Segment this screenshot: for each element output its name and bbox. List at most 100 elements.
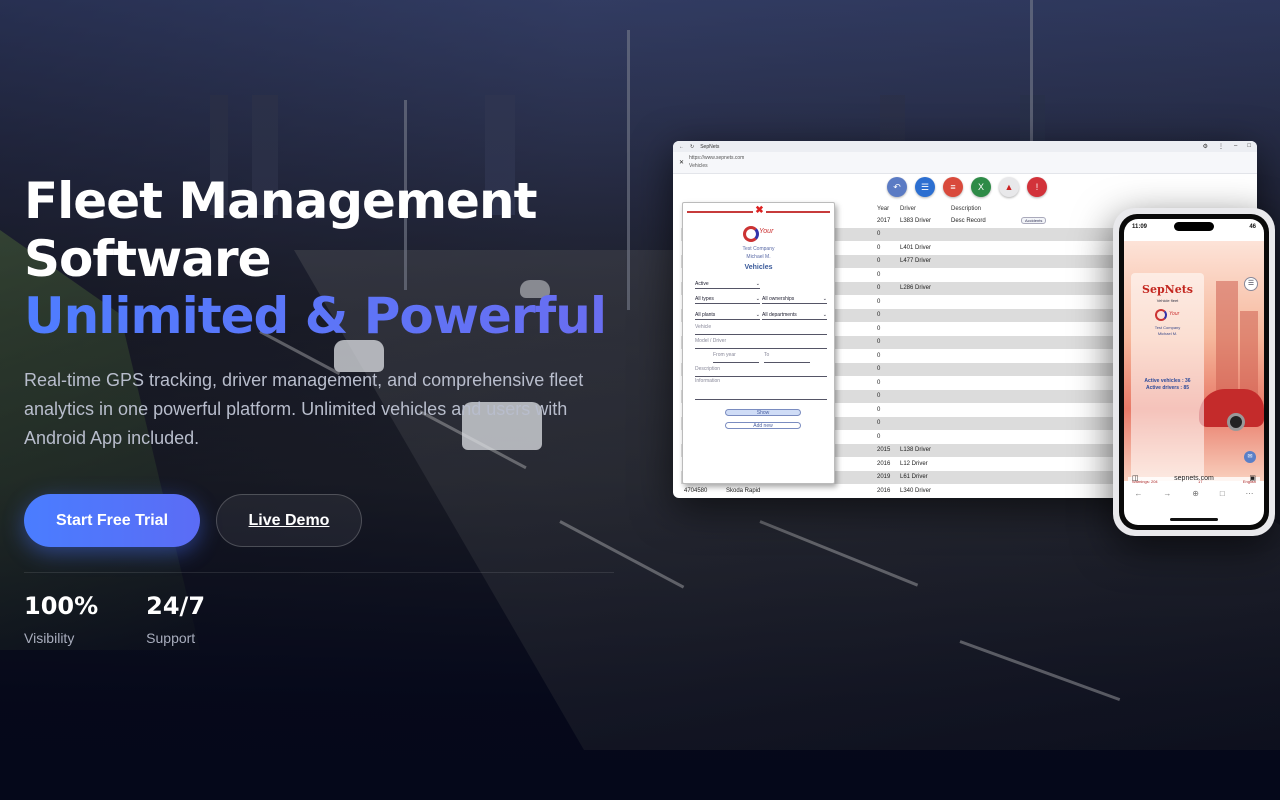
browser-titlebar: ← ↻ SepNets ⚙ ⋮ – □ (673, 141, 1257, 152)
accidents-button[interactable]: Accidents (1021, 216, 1047, 224)
cell-year: 2016 (877, 487, 891, 494)
lock-icon: ▣ (1249, 475, 1256, 482)
phone-mockup: 11:09 46 SepNets Vehicle fleet Your Test… (1113, 208, 1275, 536)
types-select-value: All types (695, 296, 714, 302)
stat-visibility: 100% Visibility (24, 592, 98, 646)
to-year-field[interactable]: To (764, 352, 810, 363)
live-demo-button[interactable]: Live Demo (216, 494, 362, 547)
phone-browser-nav: ← → ⊕ □ ⋯ (1124, 489, 1264, 498)
hamburger-menu-icon[interactable]: ☰ (1244, 277, 1258, 291)
cell-year: 0 (877, 325, 881, 332)
filter-panel: ✖ Your Test Company Michael M. Vehicles … (682, 202, 835, 484)
new-tab-icon[interactable]: ⊕ (1192, 489, 1199, 498)
report-icon[interactable]: ! (1027, 177, 1047, 197)
show-button[interactable]: Show (725, 409, 801, 416)
phone-frame: 11:09 46 SepNets Vehicle fleet Your Test… (1119, 214, 1269, 530)
phone-stats: Active vehicles : 36 Active drivers : 85 (1131, 378, 1204, 392)
plants-select-value: All plants (695, 312, 716, 318)
cell-year: 0 (877, 312, 881, 319)
more-icon[interactable]: ⋯ (1246, 489, 1254, 498)
active-vehicles: Active vehicles : 36 (1144, 378, 1191, 384)
excel-icon[interactable]: X (971, 177, 991, 197)
add-new-button[interactable]: Add new (725, 422, 801, 429)
status-select-value: Active (695, 281, 709, 287)
ownerships-select-value: All ownerships (762, 296, 795, 302)
phone-url-bar[interactable]: ◫ sepnets.com ▣ (1124, 471, 1264, 485)
cell-year: 0 (877, 258, 881, 265)
cell-driver: L61 Driver (900, 474, 928, 481)
pdf-icon[interactable]: ▲ (999, 177, 1019, 197)
url-text: https://www.sepnets.com (689, 155, 745, 161)
stat-value: 100% (24, 592, 99, 620)
phone-battery: 46 (1249, 224, 1256, 230)
cell-driver: L477 Driver (900, 258, 932, 265)
more-icon: ⋮ (1218, 144, 1225, 150)
back-icon[interactable]: ↶ (887, 177, 907, 197)
cell-year: 2019 (877, 474, 891, 481)
cell-tag: Accidents (1021, 216, 1061, 224)
cta-group: Start Free Trial Live Demo (24, 494, 362, 547)
filter-icon[interactable]: ≡ (943, 177, 963, 197)
tabs-icon[interactable]: □ (1220, 489, 1225, 498)
street-light-pole (627, 30, 630, 310)
stat-label: Visibility (24, 630, 75, 646)
company-name: Test Company (742, 246, 775, 252)
ownerships-select[interactable]: All ownerships ⌄ (762, 295, 827, 304)
chat-icon[interactable]: ✉ (1244, 451, 1256, 463)
page-name: Vehicles (689, 163, 708, 169)
close-icon[interactable]: ✖ (753, 205, 766, 217)
cell-year: 0 (877, 393, 881, 400)
close-tab-icon: ✕ (679, 160, 685, 166)
column-header-description: Description (951, 205, 982, 212)
from-year-field[interactable]: From year (713, 352, 759, 363)
phone-logo-mark (1155, 309, 1167, 321)
car-illustration (1199, 389, 1264, 431)
hero-section: Fleet Management Software Unlimited & Po… (24, 172, 624, 453)
logo-mark (743, 226, 759, 242)
chevron-down-icon: ⌄ (755, 312, 760, 318)
stat-label: Support (146, 630, 196, 646)
home-indicator (1170, 518, 1218, 521)
extension-icon: ⚙ (1202, 144, 1209, 150)
cell-year: 0 (877, 379, 881, 386)
browser-urlbar: ✕ https://www.sepnets.com Vehicles (673, 152, 1257, 174)
description-field[interactable]: Description (695, 366, 827, 377)
back-arrow-icon[interactable]: ← (1134, 489, 1142, 498)
phone-time: 11:09 (1132, 224, 1148, 230)
cell-year: 0 (877, 406, 881, 413)
company-logo: Your (743, 226, 783, 242)
phone-logo-text: Your (1169, 311, 1180, 317)
forward-arrow-icon[interactable]: → (1163, 489, 1171, 498)
types-select[interactable]: All types ⌄ (695, 295, 760, 304)
hero-title-line2: Software (24, 230, 272, 288)
vehicle-field[interactable]: Vehicle (695, 324, 827, 335)
start-free-trial-button[interactable]: Start Free Trial (24, 494, 200, 547)
table-row[interactable]: 4704580 Skoda Rapid 2016 L340 Driver (681, 484, 1121, 498)
phone-user: Michael M. (1157, 331, 1178, 336)
phone-url: sepnets.com (1174, 474, 1214, 482)
user-name: Michael M. (746, 254, 771, 260)
information-field[interactable]: Information (695, 378, 827, 400)
logo-text: Your (759, 228, 774, 235)
phone-notch (1174, 222, 1214, 231)
cell-year: 0 (877, 433, 881, 440)
phone-dashboard-card: SepNets Vehicle fleet Your Test Company … (1131, 273, 1204, 501)
departments-select[interactable]: All departments ⌄ (762, 311, 827, 320)
status-select[interactable]: Active ⌄ (695, 280, 760, 289)
model-driver-field[interactable]: Model / Driver (695, 338, 827, 349)
phone-company: Test Company (1154, 325, 1181, 330)
panel-heading: Vehicles (744, 264, 773, 271)
browser-reload-icon: ↻ (690, 143, 695, 150)
chevron-down-icon: ⌄ (822, 312, 827, 318)
plants-select[interactable]: All plants ⌄ (695, 311, 760, 320)
cell-year: 0 (877, 298, 881, 305)
cell-model: Skoda Rapid (726, 487, 761, 494)
cell-driver: L138 Driver (900, 447, 932, 454)
hero-title-highlight: Unlimited & Powerful (24, 288, 624, 344)
hero-title-line1: Fleet Management (24, 172, 537, 230)
window-controls: ⚙ ⋮ – □ (1203, 143, 1251, 150)
cell-year: 0 (877, 285, 881, 292)
list-icon[interactable]: ☰ (915, 177, 935, 197)
cell-year: 0 (877, 352, 881, 359)
reader-icon: ◫ (1132, 475, 1139, 482)
